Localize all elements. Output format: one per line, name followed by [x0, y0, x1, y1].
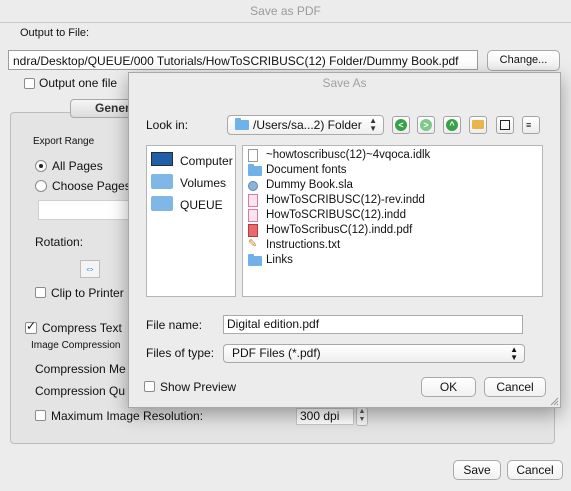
new-folder-icon: [472, 120, 484, 129]
save-as-dialog: Save As Look in: /Users/sa...2) Folder ▲…: [128, 72, 561, 408]
output-to-file-label: Output to File:: [20, 27, 90, 39]
look-in-label: Look in:: [146, 118, 189, 132]
file-name: Instructions.txt: [266, 239, 341, 251]
folder-icon: [151, 174, 173, 189]
list-view-icon: ≡: [526, 120, 532, 130]
radio-selected[interactable]: [35, 159, 47, 172]
page-range-input[interactable]: [38, 200, 140, 220]
forward-arrow-icon: >: [420, 119, 432, 131]
ok-button[interactable]: OK: [421, 377, 476, 397]
checkbox-box[interactable]: [24, 78, 35, 90]
text-file-icon: ✎: [248, 238, 258, 250]
grid-view-icon: [500, 120, 510, 130]
file-type-value: PDF Files (*.pdf): [232, 346, 321, 360]
parent-folder-button[interactable]: ^: [443, 116, 461, 134]
dialog-title: Save As: [322, 76, 367, 90]
sla-file-icon: [248, 181, 258, 191]
place-computer[interactable]: Computer: [151, 152, 233, 169]
file-name: HowToScribusC(12).indd.pdf: [266, 224, 413, 236]
dpi-stepper[interactable]: ▲ ▼: [356, 407, 368, 426]
place-label: Volumes: [180, 176, 227, 190]
file-name: Document fonts: [266, 164, 347, 176]
place-label: QUEUE: [180, 198, 223, 212]
cancel-button[interactable]: Cancel: [507, 460, 563, 480]
detail-view-button[interactable]: [496, 116, 514, 134]
file-name: HowToSCRIBUSC(12).indd: [266, 209, 406, 221]
checkmark-icon: ✓: [26, 318, 37, 333]
compress-text-label: Compress Text: [42, 320, 122, 335]
file-type-label: Files of type:: [146, 346, 215, 360]
rotation-arrows-icon[interactable]: ⇔: [80, 260, 100, 278]
all-pages-radio[interactable]: All Pages: [35, 158, 103, 173]
places-sidebar: Computer Volumes QUEUE: [146, 145, 236, 297]
output-path-field[interactable]: ndra/Desktop/QUEUE/000 Tutorials/HowToSC…: [8, 50, 478, 70]
max-resolution-checkbox[interactable]: Maximum Image Resolution:: [35, 408, 203, 423]
place-label: Computer: [180, 154, 233, 168]
choose-pages-radio[interactable]: Choose Pages: [35, 178, 131, 193]
file-name-input[interactable]: Digital edition.pdf: [223, 315, 523, 334]
checkbox-box[interactable]: [35, 410, 46, 422]
indd-file-icon: [248, 209, 258, 222]
rotation-label: Rotation:: [35, 235, 84, 249]
window-title: Save as PDF: [0, 0, 571, 23]
dpi-input[interactable]: 300 dpi: [296, 408, 354, 425]
checkbox-box[interactable]: [35, 287, 46, 299]
forward-button[interactable]: >: [417, 116, 435, 134]
back-arrow-icon: <: [395, 119, 407, 131]
choose-pages-label: Choose Pages: [52, 178, 131, 193]
file-name: HowToSCRIBUSC(12)-rev.indd: [266, 194, 425, 206]
folder-icon: [235, 118, 249, 130]
clip-to-printer-checkbox[interactable]: Clip to Printer: [35, 285, 124, 300]
compression-quality-label: Compression Qu: [35, 384, 126, 398]
save-button[interactable]: Save: [453, 460, 501, 480]
chevron-updown-icon: ▲ ▼: [369, 116, 377, 133]
clip-to-printer-label: Clip to Printer: [51, 285, 124, 300]
cancel-button[interactable]: Cancel: [484, 377, 546, 397]
image-compression-label: Image Compression: [31, 340, 121, 351]
show-preview-label: Show Preview: [160, 379, 237, 394]
back-button[interactable]: <: [392, 116, 410, 134]
look-in-folder-value: /Users/sa...2) Folder: [253, 118, 362, 132]
all-pages-label: All Pages: [52, 158, 103, 173]
output-one-file-label: Output one file: [39, 76, 118, 90]
compress-text-checkbox[interactable]: ✓ Compress Text: [25, 318, 122, 335]
max-resolution-label: Maximum Image Resolution:: [51, 408, 204, 423]
file-list: ~howtoscribusc(12)~4vqoca.idlk Document …: [242, 145, 543, 297]
pdf-file-icon: [248, 224, 258, 237]
list-view-button[interactable]: ≡: [522, 116, 540, 134]
resize-grip-icon[interactable]: [549, 395, 559, 406]
new-folder-button[interactable]: [469, 116, 487, 134]
checkbox-box[interactable]: [144, 381, 155, 393]
file-type-select[interactable]: PDF Files (*.pdf) ▲ ▼: [223, 344, 525, 363]
folder-icon: [248, 254, 262, 266]
file-name: Links: [266, 254, 293, 266]
place-queue[interactable]: QUEUE: [151, 196, 223, 214]
file-name: Dummy Book.sla: [266, 179, 353, 191]
show-preview-checkbox[interactable]: Show Preview: [144, 379, 236, 394]
document-icon: [248, 149, 258, 162]
output-one-file-checkbox[interactable]: Output one file: [24, 76, 117, 90]
computer-icon: [151, 152, 173, 166]
radio-unselected[interactable]: [35, 179, 47, 192]
indd-file-icon: [248, 194, 258, 207]
folder-icon: [151, 196, 173, 211]
compression-method-label: Compression Me: [35, 362, 126, 376]
checkbox-box[interactable]: ✓: [25, 318, 37, 334]
file-name-label: File name:: [146, 318, 203, 332]
export-range-label: Export Range: [33, 136, 95, 147]
chevron-updown-icon: ▲ ▼: [510, 345, 518, 362]
folder-icon: [248, 164, 262, 176]
look-in-folder-select[interactable]: /Users/sa...2) Folder ▲ ▼: [227, 115, 384, 135]
change-button[interactable]: Change...: [487, 50, 560, 71]
up-arrow-icon: ^: [446, 119, 458, 131]
file-name: ~howtoscribusc(12)~4vqoca.idlk: [266, 149, 431, 161]
place-volumes[interactable]: Volumes: [151, 174, 226, 192]
